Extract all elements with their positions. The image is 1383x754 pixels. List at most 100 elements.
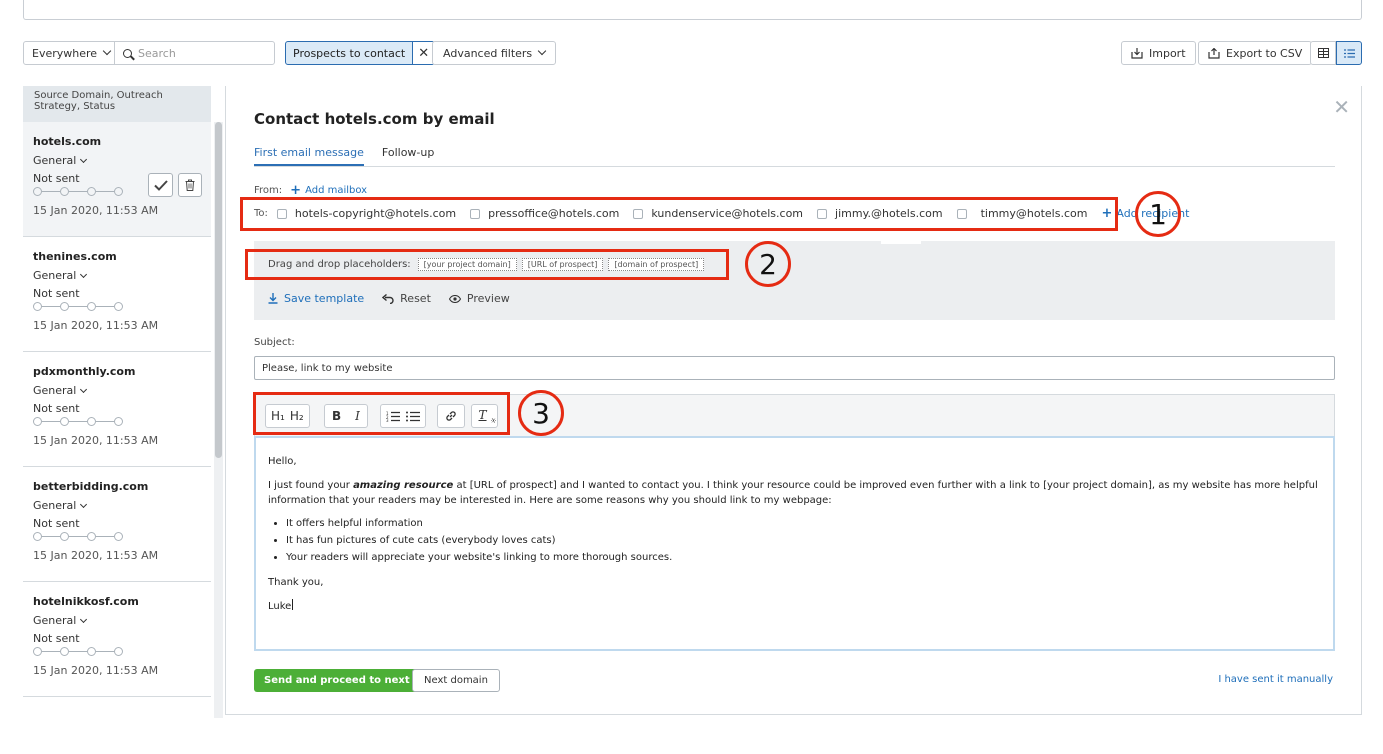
send-button[interactable]: Send and proceed to next: [254, 669, 420, 692]
progress-steps: [33, 186, 201, 196]
reset-button[interactable]: Reset: [382, 292, 431, 305]
domain-name: thenines.com: [33, 250, 117, 263]
save-template-label: Save template: [284, 292, 365, 305]
remove-filter-icon[interactable]: ✕: [412, 42, 435, 64]
scope-select-label: Everywhere: [32, 46, 98, 60]
save-template-button[interactable]: Save template: [268, 292, 364, 305]
preview-button[interactable]: Preview: [448, 292, 510, 305]
email-body-editor[interactable]: Hello, I just found your amazing resourc…: [254, 436, 1335, 651]
list-item[interactable]: hotelnikkosf.com General Not sent 15 Jan…: [23, 582, 211, 697]
chevron-down-icon: [80, 270, 88, 278]
import-button[interactable]: Import: [1121, 41, 1196, 65]
table-view-button[interactable]: [1310, 41, 1336, 65]
download-icon: [268, 293, 278, 304]
annotation-number-3: 3: [518, 390, 564, 436]
chevron-down-icon: [80, 155, 88, 163]
advanced-filters-label: Advanced filters: [443, 46, 533, 60]
strategy-select[interactable]: General: [33, 614, 201, 627]
date-label: 15 Jan 2020, 11:53 AM: [33, 549, 159, 562]
next-domain-button[interactable]: Next domain: [412, 669, 500, 692]
progress-steps: [33, 416, 201, 426]
domain-name: hotels.com: [33, 135, 102, 148]
list-item[interactable]: pdxmonthly.com General Not sent 15 Jan 2…: [23, 352, 211, 467]
progress-steps: [33, 301, 201, 311]
filter-tag-label: Prospects to contact: [293, 46, 406, 60]
eye-icon: [448, 294, 461, 303]
domain-name: hotelnikkosf.com: [33, 595, 139, 608]
panel-title: Contact hotels.com by email: [254, 110, 495, 128]
preview-label: Preview: [466, 292, 510, 305]
strategy-label: General: [33, 614, 77, 627]
mark-done-button[interactable]: [148, 173, 173, 197]
divider: [881, 241, 921, 244]
domain-name: pdxmonthly.com: [33, 365, 136, 378]
import-label: Import: [1149, 46, 1186, 60]
date-label: 15 Jan 2020, 11:53 AM: [33, 319, 159, 332]
tab-follow-up[interactable]: Follow-up: [382, 146, 434, 166]
reset-label: Reset: [400, 292, 431, 305]
body-bullet: Your readers will appreciate your websit…: [286, 549, 1321, 566]
tab-first-email[interactable]: First email message: [254, 146, 364, 166]
body-paragraph: I just found your amazing resource at [U…: [268, 480, 1318, 506]
chevron-down-icon: [80, 500, 88, 508]
strategy-label: General: [33, 269, 77, 282]
table-icon: [1317, 48, 1329, 58]
strategy-select[interactable]: General: [33, 499, 201, 512]
search-input[interactable]: [138, 46, 268, 60]
status-label: Not sent: [33, 172, 80, 185]
export-button[interactable]: Export to CSV: [1198, 41, 1313, 65]
status-label: Not sent: [33, 402, 80, 415]
search-icon: [123, 48, 132, 58]
list-item[interactable]: hotels.com General Not sent 15 Jan 2020,…: [23, 122, 211, 237]
strategy-label: General: [33, 384, 77, 397]
subject-label: Subject:: [254, 337, 295, 348]
chevron-down-icon: [80, 615, 88, 623]
delete-button[interactable]: [178, 173, 202, 197]
body-bullet: It has fun pictures of cute cats (everyb…: [286, 532, 1321, 549]
domain-list: hotels.com General Not sent 15 Jan 2020,…: [23, 122, 225, 718]
annotation-number-2: 2: [745, 241, 791, 287]
advanced-filters-button[interactable]: Advanced filters: [432, 41, 557, 65]
sent-manually-link[interactable]: I have sent it manually: [1218, 674, 1333, 685]
list-header: Source Domain, Outreach Strategy, Status: [23, 86, 211, 122]
body-bullets: It offers helpful information It has fun…: [286, 515, 1321, 566]
check-icon: [153, 179, 168, 191]
plus-icon: +: [290, 183, 302, 198]
body-greeting: Hello,: [268, 456, 297, 467]
search-box[interactable]: [114, 41, 275, 65]
list-view-button[interactable]: [1336, 41, 1362, 65]
strategy-select[interactable]: General: [33, 154, 201, 167]
date-label: 15 Jan 2020, 11:53 AM: [33, 434, 159, 447]
filter-tag[interactable]: Prospects to contact ✕: [285, 41, 436, 65]
status-label: Not sent: [33, 517, 80, 530]
list-item[interactable]: thenines.com General Not sent 15 Jan 202…: [23, 237, 211, 352]
top-panel-edge: [23, 0, 1362, 20]
strategy-label: General: [33, 154, 77, 167]
body-thanks: Thank you,: [268, 577, 324, 588]
chevron-down-icon: [537, 46, 547, 56]
annotation-number-1: 1: [1135, 191, 1181, 237]
body-signature: Luke: [268, 599, 294, 612]
export-label: Export to CSV: [1226, 46, 1303, 60]
chevron-down-icon: [102, 46, 112, 56]
date-label: 15 Jan 2020, 11:53 AM: [33, 204, 159, 217]
scrollbar-thumb[interactable]: [215, 122, 222, 458]
annotation-box-3: [253, 392, 510, 435]
add-mailbox-link[interactable]: Add mailbox: [305, 185, 367, 196]
body-bullet: It offers helpful information: [286, 515, 1321, 532]
strategy-select[interactable]: General: [33, 269, 201, 282]
strategy-select[interactable]: General: [33, 384, 201, 397]
undo-icon: [382, 293, 394, 304]
close-icon[interactable]: ✕: [1333, 95, 1350, 119]
list-scrollbar[interactable]: [214, 122, 223, 718]
list-item[interactable]: betterbidding.com General Not sent 15 Ja…: [23, 467, 211, 582]
annotation-box-1: [240, 197, 1118, 231]
status-label: Not sent: [33, 287, 80, 300]
import-icon: [1131, 47, 1143, 59]
strategy-label: General: [33, 499, 77, 512]
date-label: 15 Jan 2020, 11:53 AM: [33, 664, 159, 677]
subject-input[interactable]: Please, link to my website: [254, 356, 1335, 380]
scope-select[interactable]: Everywhere: [23, 41, 115, 65]
progress-steps: [33, 646, 201, 656]
status-label: Not sent: [33, 632, 80, 645]
